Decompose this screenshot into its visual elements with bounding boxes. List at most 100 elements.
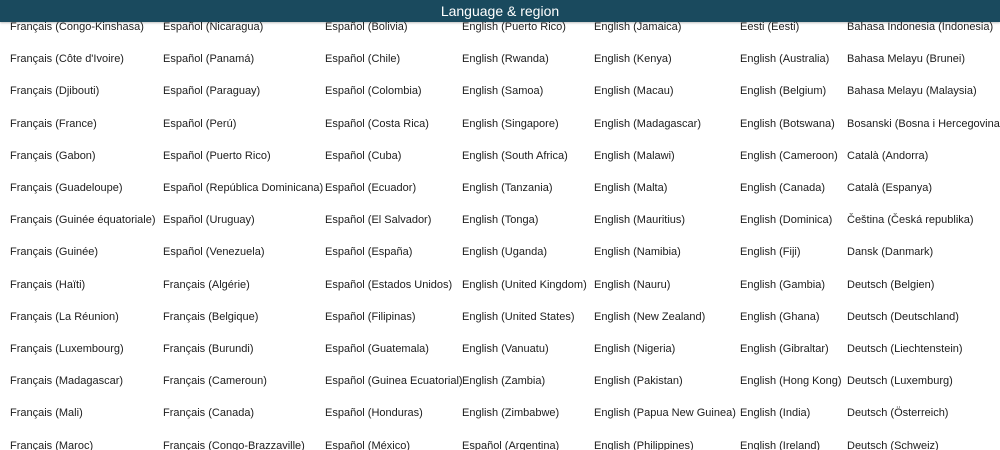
language-option[interactable]: English (United States) — [462, 310, 575, 324]
window-title: Language & region — [440, 3, 560, 19]
language-option[interactable]: English (Madagascar) — [594, 117, 701, 131]
language-option[interactable]: Français (Canada) — [163, 406, 254, 420]
language-option[interactable]: Español (Venezuela) — [163, 245, 265, 259]
language-option[interactable]: Dansk (Danmark) — [847, 245, 933, 259]
language-option[interactable]: Deutsch (Schweiz) — [847, 439, 939, 450]
language-option[interactable]: English (Gibraltar) — [740, 342, 829, 356]
language-option[interactable]: Français (Luxembourg) — [10, 342, 124, 356]
language-option[interactable]: Deutsch (Deutschland) — [847, 310, 959, 324]
language-option[interactable]: Español (Perú) — [163, 117, 236, 131]
language-option[interactable]: English (India) — [740, 406, 810, 420]
language-option[interactable]: Bosanski (Bosna i Hercegovina) — [847, 117, 1000, 131]
language-option[interactable]: English (United Kingdom) — [462, 278, 587, 292]
language-option[interactable]: Français (Congo-Brazzaville) — [163, 439, 305, 450]
language-option[interactable]: Français (Gabon) — [10, 149, 96, 163]
language-option[interactable]: English (Mauritius) — [594, 213, 685, 227]
language-option[interactable]: English (Puerto Rico) — [462, 20, 566, 34]
language-option[interactable]: Français (Congo-Kinshasa) — [10, 20, 144, 34]
language-option[interactable]: Español (Colombia) — [325, 84, 422, 98]
language-option[interactable]: English (Botswana) — [740, 117, 835, 131]
language-option[interactable]: Español (Nicaragua) — [163, 20, 263, 34]
language-option[interactable]: Français (Cameroun) — [163, 374, 267, 388]
language-option[interactable]: English (Samoa) — [462, 84, 543, 98]
language-option[interactable]: Español (México) — [325, 439, 410, 450]
language-option[interactable]: Español (España) — [325, 245, 412, 259]
language-option[interactable]: Español (Uruguay) — [163, 213, 255, 227]
language-option[interactable]: Català (Andorra) — [847, 149, 928, 163]
language-option[interactable]: Español (Bolivia) — [325, 20, 408, 34]
language-option[interactable]: Español (Estados Unidos) — [325, 278, 452, 292]
language-option[interactable]: Español (Ecuador) — [325, 181, 416, 195]
language-option[interactable]: Eesti (Eesti) — [740, 20, 799, 34]
language-option[interactable]: English (Jamaica) — [594, 20, 681, 34]
language-option[interactable]: Español (Guatemala) — [325, 342, 429, 356]
language-option[interactable]: English (Macau) — [594, 84, 673, 98]
language-option[interactable]: Español (Puerto Rico) — [163, 149, 271, 163]
language-option[interactable]: English (Rwanda) — [462, 52, 549, 66]
language-option[interactable]: English (Gambia) — [740, 278, 825, 292]
language-option[interactable]: English (New Zealand) — [594, 310, 705, 324]
language-option[interactable]: Español (Guinea Ecuatorial) — [325, 374, 463, 388]
language-option[interactable]: Français (France) — [10, 117, 97, 131]
language-option[interactable]: English (Belgium) — [740, 84, 826, 98]
language-option[interactable]: English (South Africa) — [462, 149, 568, 163]
language-option[interactable]: Bahasa Indonesia (Indonesia) — [847, 20, 993, 34]
language-option[interactable]: Français (Belgique) — [163, 310, 258, 324]
language-option[interactable]: Français (Mali) — [10, 406, 83, 420]
language-option[interactable]: English (Vanuatu) — [462, 342, 549, 356]
language-option[interactable]: Español (Costa Rica) — [325, 117, 429, 131]
language-option[interactable]: Čeština (Česká republika) — [847, 213, 974, 227]
language-option[interactable]: Bahasa Melayu (Malaysia) — [847, 84, 977, 98]
language-option[interactable]: Català (Espanya) — [847, 181, 932, 195]
language-option[interactable]: Español (Filipinas) — [325, 310, 415, 324]
language-option[interactable]: Español (El Salvador) — [325, 213, 431, 227]
language-option[interactable]: Français (La Réunion) — [10, 310, 119, 324]
language-option[interactable]: Français (Guadeloupe) — [10, 181, 123, 195]
language-option[interactable]: Español (Chile) — [325, 52, 400, 66]
language-option[interactable]: Bahasa Melayu (Brunei) — [847, 52, 965, 66]
language-option[interactable]: Español (Honduras) — [325, 406, 423, 420]
language-option[interactable]: Español (Paraguay) — [163, 84, 260, 98]
language-option[interactable]: English (Ghana) — [740, 310, 820, 324]
language-option[interactable]: English (Fiji) — [740, 245, 801, 259]
language-option[interactable]: Español (Argentina) — [462, 439, 559, 450]
language-option[interactable]: English (Cameroon) — [740, 149, 838, 163]
language-option[interactable]: Español (Panamá) — [163, 52, 254, 66]
language-option[interactable]: Deutsch (Österreich) — [847, 406, 948, 420]
language-option[interactable]: English (Pakistan) — [594, 374, 683, 388]
language-option[interactable]: English (Dominica) — [740, 213, 832, 227]
language-option[interactable]: English (Malta) — [594, 181, 667, 195]
language-option[interactable]: English (Zambia) — [462, 374, 545, 388]
language-option[interactable]: English (Singapore) — [462, 117, 559, 131]
language-option[interactable]: English (Ireland) — [740, 439, 820, 450]
language-option[interactable]: Français (Burundi) — [163, 342, 253, 356]
language-option[interactable]: English (Philippines) — [594, 439, 694, 450]
language-option[interactable]: Deutsch (Belgien) — [847, 278, 934, 292]
language-option[interactable]: Français (Algérie) — [163, 278, 250, 292]
language-option[interactable]: Français (Guinée) — [10, 245, 98, 259]
language-option[interactable]: Français (Maroc) — [10, 439, 93, 450]
language-option[interactable]: Français (Djibouti) — [10, 84, 99, 98]
language-option[interactable]: English (Nigeria) — [594, 342, 675, 356]
language-option[interactable]: English (Australia) — [740, 52, 829, 66]
language-option[interactable]: English (Tanzania) — [462, 181, 553, 195]
language-option[interactable]: Français (Guinée équatoriale) — [10, 213, 156, 227]
language-option[interactable]: English (Namibia) — [594, 245, 681, 259]
language-option[interactable]: Deutsch (Luxemburg) — [847, 374, 953, 388]
language-option[interactable]: English (Zimbabwe) — [462, 406, 559, 420]
language-option[interactable]: English (Hong Kong) — [740, 374, 842, 388]
language-option[interactable]: Français (Haïti) — [10, 278, 85, 292]
window-title-bar: Language & region — [0, 0, 1000, 22]
language-option[interactable]: English (Papua New Guinea) — [594, 406, 736, 420]
language-option[interactable]: English (Tonga) — [462, 213, 538, 227]
language-option[interactable]: Español (República Dominicana) — [163, 181, 323, 195]
language-option[interactable]: Français (Madagascar) — [10, 374, 123, 388]
language-option[interactable]: English (Malawi) — [594, 149, 675, 163]
language-option[interactable]: Français (Côte d'Ivoire) — [10, 52, 124, 66]
language-option[interactable]: English (Nauru) — [594, 278, 670, 292]
language-option[interactable]: English (Canada) — [740, 181, 825, 195]
language-option[interactable]: English (Kenya) — [594, 52, 672, 66]
language-option[interactable]: Deutsch (Liechtenstein) — [847, 342, 963, 356]
language-option[interactable]: English (Uganda) — [462, 245, 547, 259]
language-option[interactable]: Español (Cuba) — [325, 149, 401, 163]
